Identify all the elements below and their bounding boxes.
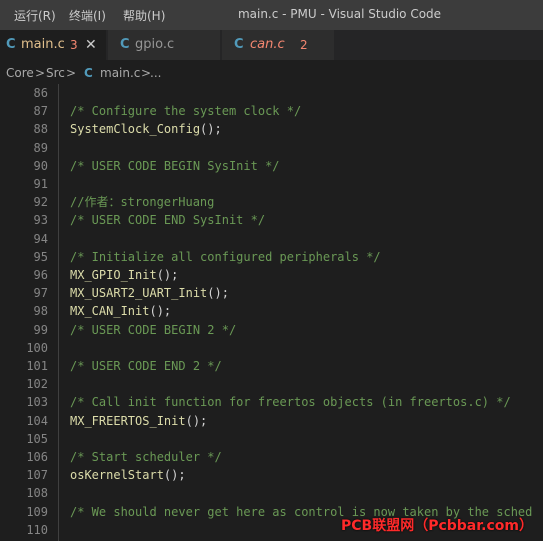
breadcrumb-more[interactable]: ...: [150, 60, 161, 86]
line-number: 102: [26, 377, 48, 392]
function-name: MX_CAN_Init: [70, 304, 150, 319]
function-name: MX_USART2_UART_Init: [70, 286, 208, 301]
line-number: 89: [33, 140, 48, 155]
line-number: 103: [26, 395, 48, 410]
line-number: 93: [33, 213, 48, 228]
line-number: 90: [33, 158, 48, 173]
indent-guide: [58, 84, 59, 541]
c-file-icon: C: [234, 37, 244, 52]
problem-count: 2: [300, 38, 308, 52]
comment-text: /* Call init function for freertos objec…: [70, 395, 511, 410]
breadcrumb-file[interactable]: main.c: [100, 60, 140, 86]
tab-label: can.c: [250, 37, 285, 52]
code-line[interactable]: MX_GPIO_Init();: [70, 266, 178, 284]
punctuation: ();: [149, 304, 172, 319]
breadcrumb-separator: >: [35, 66, 46, 80]
line-number: 92: [33, 195, 48, 210]
comment-text: /* Start scheduler */: [70, 450, 222, 464]
punctuation: ();: [156, 268, 179, 282]
punctuation: ();: [200, 122, 222, 137]
punctuation: ();: [207, 286, 229, 301]
code-line[interactable]: /* USER CODE BEGIN 2 */: [70, 321, 236, 339]
code-line[interactable]: /* USER CODE END 2 */: [70, 357, 222, 375]
breadcrumb-src[interactable]: Src: [46, 60, 65, 86]
code-line[interactable]: /* Call init function for freertos objec…: [70, 393, 511, 411]
function-name: osKernelStart: [70, 468, 164, 483]
menu-help[interactable]: 帮助(H): [123, 7, 165, 24]
problem-count: 3: [70, 38, 78, 52]
code-line[interactable]: //作者：strongerHuang: [70, 193, 214, 211]
line-number: 87: [33, 104, 48, 119]
code-line[interactable]: MX_USART2_UART_Init();: [70, 284, 229, 302]
code-line[interactable]: /* USER CODE BEGIN SysInit */: [70, 157, 280, 175]
line-number: 88: [33, 122, 48, 137]
line-number: 107: [26, 468, 48, 483]
line-number: 104: [26, 413, 48, 428]
line-number: 101: [26, 359, 48, 373]
line-number: 108: [26, 486, 48, 501]
tab-main-c[interactable]: C main.c 3 ✕: [0, 30, 106, 60]
code-line[interactable]: /* USER CODE END SysInit */: [70, 211, 265, 229]
comment-text: /* USER CODE END 2 */: [70, 359, 222, 373]
line-number: 110: [26, 522, 48, 537]
editor-tabs: C main.c 3 ✕ C gpio.c C can.c 2: [0, 30, 543, 60]
comment-text: /* Initialize all configured peripherals…: [70, 249, 381, 264]
close-icon[interactable]: ✕: [85, 30, 97, 60]
c-file-icon: C: [84, 66, 93, 80]
code-line[interactable]: osKernelStart();: [70, 466, 186, 484]
line-number: 109: [26, 504, 48, 519]
line-number: 94: [33, 231, 48, 246]
breadcrumb-separator: >: [66, 66, 77, 80]
line-number: 91: [33, 177, 48, 191]
comment-text: /* Configure the system clock */: [70, 104, 302, 119]
code-line[interactable]: /* Start scheduler */: [70, 448, 222, 466]
function-name: MX_FREERTOS_Init: [70, 413, 186, 428]
line-number: 97: [33, 286, 48, 301]
tab-label: main.c: [21, 37, 65, 52]
code-line[interactable]: /* Configure the system clock */: [70, 102, 301, 120]
function-name: MX_GPIO_Init: [70, 268, 157, 282]
tab-gpio-c[interactable]: C gpio.c: [108, 30, 220, 60]
watermark: PCB联盟网（Pcbbar.com）: [341, 518, 533, 534]
punctuation: ();: [185, 413, 208, 428]
comment-text: /* USER CODE BEGIN SysInit */: [70, 158, 280, 173]
punctuation: ();: [163, 468, 186, 483]
c-file-icon: C: [120, 37, 130, 52]
line-number: 86: [33, 86, 48, 100]
breadcrumb-core[interactable]: Core: [6, 60, 34, 86]
code-line[interactable]: SystemClock_Config();: [70, 120, 222, 138]
line-number: 98: [33, 304, 48, 319]
menu-terminal[interactable]: 终端(I): [69, 7, 106, 24]
line-number: 100: [26, 340, 48, 355]
c-file-icon: C: [6, 37, 16, 52]
comment-text: /* USER CODE BEGIN 2 */: [70, 322, 237, 337]
tab-can-c[interactable]: C can.c 2: [222, 30, 334, 60]
line-number: 95: [33, 249, 48, 264]
line-number: 96: [33, 268, 48, 282]
comment-text: /* USER CODE END SysInit */: [70, 213, 266, 228]
comment-text: //作者：strongerHuang: [70, 195, 215, 210]
code-line[interactable]: MX_CAN_Init();: [70, 302, 171, 320]
function-name: SystemClock_Config: [70, 122, 201, 137]
line-number: 106: [26, 450, 48, 464]
code-line[interactable]: /* Initialize all configured peripherals…: [70, 248, 381, 266]
title-bar: 运行(R) 终端(I) 帮助(H) main.c - PMU - Visual …: [0, 0, 543, 30]
menu-run[interactable]: 运行(R): [14, 7, 56, 24]
tab-label: gpio.c: [135, 37, 175, 52]
line-number: 99: [33, 322, 48, 337]
line-number: 105: [26, 431, 48, 446]
breadcrumb: Core > Src > C main.c > ...: [0, 60, 543, 86]
code-line[interactable]: MX_FREERTOS_Init();: [70, 412, 207, 430]
